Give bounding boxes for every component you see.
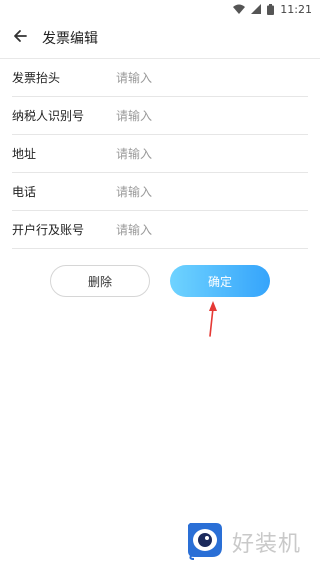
form-row-address: 地址 bbox=[12, 135, 308, 173]
field-label: 发票抬头 bbox=[12, 71, 61, 85]
field-label: 开户行及账号 bbox=[12, 223, 85, 237]
battery-icon bbox=[267, 3, 275, 15]
form-row-invoice-title: 发票抬头 bbox=[12, 59, 308, 97]
signal-icon bbox=[251, 4, 262, 14]
bank-account-input[interactable] bbox=[116, 222, 296, 237]
status-time: 11:21 bbox=[280, 2, 312, 16]
app-bar: 发票编辑 bbox=[0, 20, 320, 56]
form-row-tax-id: 纳税人识别号 bbox=[12, 97, 308, 135]
invoice-title-input[interactable] bbox=[116, 70, 296, 85]
tax-id-input[interactable] bbox=[116, 108, 296, 123]
annotation-arrow-icon bbox=[209, 301, 217, 337]
form-row-bank-account: 开户行及账号 bbox=[12, 211, 308, 249]
watermark: 好装机 bbox=[184, 520, 301, 564]
phone-input[interactable] bbox=[116, 184, 296, 199]
watermark-text: 好装机 bbox=[232, 532, 302, 557]
arrow-left-icon bbox=[12, 28, 28, 48]
confirm-button[interactable]: 确定 bbox=[170, 265, 270, 297]
watermark-logo-icon bbox=[184, 519, 226, 565]
field-label: 纳税人识别号 bbox=[12, 109, 85, 123]
field-label: 电话 bbox=[12, 185, 37, 199]
address-input[interactable] bbox=[116, 146, 296, 161]
status-bar: 11:21 bbox=[0, 0, 320, 18]
back-button[interactable] bbox=[8, 26, 32, 50]
invoice-form: 发票抬头 纳税人识别号 地址 电话 开户行及账号 bbox=[0, 59, 320, 249]
wifi-icon bbox=[233, 4, 246, 14]
delete-button[interactable]: 删除 bbox=[50, 265, 150, 297]
page-title: 发票编辑 bbox=[42, 31, 98, 47]
form-row-phone: 电话 bbox=[12, 173, 308, 211]
field-label: 地址 bbox=[12, 147, 37, 161]
